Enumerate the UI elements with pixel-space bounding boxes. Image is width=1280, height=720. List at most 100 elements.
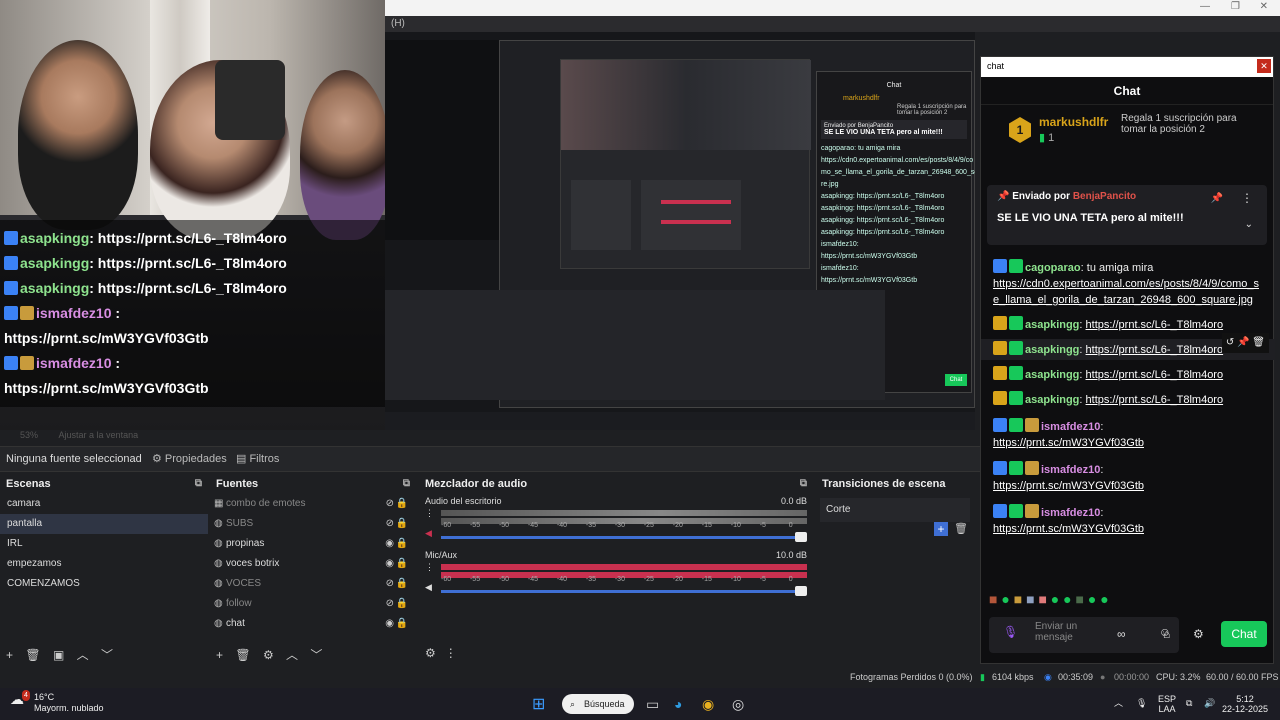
lock-icon[interactable]: 🔒 — [396, 618, 408, 629]
lock-icon[interactable]: 🔒 — [396, 598, 408, 609]
microphone-icon[interactable]: 🎙 — [1003, 626, 1018, 638]
obs-icon[interactable]: ◎ — [732, 696, 744, 713]
menu-help[interactable]: (H) — [391, 18, 405, 29]
move-up-button[interactable]: ︿ — [77, 648, 89, 662]
leader-name[interactable]: markushdlfr — [1039, 115, 1108, 129]
language-indicator[interactable]: ESP LAA — [1158, 694, 1176, 714]
source-item[interactable]: ◍ propinas ◉ 🔒 — [210, 534, 416, 554]
minimize-icon[interactable]: — — [1200, 1, 1210, 12]
source-settings-button[interactable]: ⚙ — [263, 648, 274, 662]
lock-icon[interactable]: 🔒 — [396, 578, 408, 589]
scene-item[interactable]: COMENZAMOS — [0, 574, 208, 594]
move-down-button[interactable]: ﹀ — [310, 648, 322, 662]
eye-icon[interactable]: ◉ — [385, 618, 394, 629]
eye-icon[interactable]: ◉ — [385, 538, 394, 549]
mic-tray-icon[interactable]: 🎙 — [1136, 698, 1147, 708]
lock-icon[interactable]: 🔒 — [396, 518, 408, 529]
chat-input[interactable]: 🎙 Enviar un mensaje ☺ — [989, 617, 1179, 653]
undock-icon[interactable]: ⧉ — [195, 478, 202, 489]
emote-icon[interactable]: ● — [1051, 591, 1059, 607]
add-transition-button[interactable]: + — [934, 522, 948, 536]
kebab-icon[interactable]: ⋮ — [1241, 191, 1253, 205]
speaker-icon[interactable]: ◀ — [425, 582, 432, 593]
eye-hidden-icon[interactable]: ⊘ — [386, 498, 394, 509]
filters-button[interactable]: ▤ Filtros — [236, 452, 279, 465]
task-view-icon[interactable]: ▭ — [646, 696, 659, 713]
volume-icon[interactable]: 🔊 — [1204, 698, 1215, 708]
lock-icon[interactable]: 🔒 — [396, 558, 408, 569]
infinity-icon[interactable]: ∞ — [1117, 627, 1126, 641]
clock[interactable]: 5:12 22-12-2025 — [1222, 694, 1268, 714]
source-item[interactable]: ▦ combo de emotes ⊘ 🔒 — [210, 494, 416, 514]
remove-transition-button[interactable]: 🗑 — [954, 522, 968, 535]
weather-widget[interactable]: ☁ 4 16°C Mayorm. nublado — [10, 690, 104, 714]
obs-preview[interactable]: Chat markushdlfr Regala 1 suscripción pa… — [385, 32, 975, 430]
properties-button[interactable]: ⚙ Propiedades — [152, 452, 227, 465]
message-link[interactable]: https://prnt.sc/mW3YGVf03Gtb — [993, 523, 1144, 535]
mixer-settings-icon[interactable]: ⚙ — [425, 646, 436, 660]
volume-slider[interactable] — [441, 532, 807, 542]
store-icon[interactable]: ⌂ — [1163, 627, 1170, 641]
scene-item[interactable]: IRL — [0, 534, 208, 554]
fit-window-button[interactable]: Ajustar a la ventana — [59, 430, 139, 440]
source-item[interactable]: ◍ chat ◉ 🔒 — [210, 614, 416, 634]
emote-icon[interactable]: ■ — [1014, 591, 1022, 607]
lock-icon[interactable]: 🔒 — [396, 498, 408, 509]
scene-item[interactable]: pantalla — [0, 514, 208, 534]
scene-item[interactable]: camara — [0, 494, 208, 514]
source-item[interactable]: ◍ VOCES ⊘ 🔒 — [210, 574, 416, 594]
close-icon[interactable]: ✕ — [1260, 1, 1268, 12]
send-chat-button[interactable]: Chat — [1221, 621, 1267, 647]
muted-speaker-icon[interactable]: ◀ — [425, 528, 432, 539]
kebab-icon[interactable]: ⋮ — [425, 508, 434, 519]
source-item[interactable]: ◍ follow ⊘ 🔒 — [210, 594, 416, 614]
mixer-menu-icon[interactable]: ⋮ — [445, 646, 457, 660]
volume-slider[interactable] — [441, 586, 807, 596]
transition-select[interactable]: Corte — [820, 498, 970, 522]
chevron-down-icon[interactable]: ⌄ — [1245, 219, 1253, 230]
emote-icon[interactable]: ■ — [1076, 591, 1084, 607]
emote-icon[interactable]: ● — [1088, 591, 1096, 607]
close-icon[interactable]: ✕ — [1257, 59, 1271, 73]
emote-icon[interactable]: ■ — [1026, 591, 1034, 607]
eye-icon[interactable]: ◉ — [385, 558, 394, 569]
gear-icon[interactable]: ⚙ — [1193, 627, 1204, 641]
maximize-icon[interactable]: ❐ — [1231, 1, 1240, 12]
emote-icon[interactable]: ● — [1001, 591, 1009, 607]
lock-icon[interactable]: 🔒 — [396, 538, 408, 549]
emote-icon[interactable]: ● — [1100, 591, 1108, 607]
move-up-button[interactable]: ︿ — [286, 648, 298, 662]
eye-hidden-icon[interactable]: ⊘ — [386, 518, 394, 529]
scene-filters-button[interactable]: ▣ — [53, 648, 64, 662]
source-item[interactable]: ◍ SUBS ⊘ 🔒 — [210, 514, 416, 534]
message-link[interactable]: https://prnt.sc/mW3YGVf03Gtb — [993, 437, 1144, 449]
taskbar-search[interactable]: ⌕ Búsqueda — [562, 694, 634, 714]
reply-icon[interactable]: ↺ — [1226, 337, 1234, 348]
edge-icon[interactable]: ◕ — [674, 696, 682, 712]
add-source-button[interactable]: + — [216, 648, 223, 662]
remove-scene-button[interactable]: 🗑 — [25, 648, 40, 662]
eye-hidden-icon[interactable]: ⊘ — [386, 578, 394, 589]
start-icon[interactable]: ⊞ — [532, 694, 545, 714]
emote-icon[interactable]: ■ — [989, 591, 997, 607]
message-link[interactable]: https://prnt.sc/L6-_T8lm4oro — [1086, 394, 1224, 406]
add-scene-button[interactable]: + — [6, 648, 13, 662]
network-icon[interactable]: ⧉ — [1186, 698, 1192, 708]
source-item[interactable]: ◍ voces botrix ◉ 🔒 — [210, 554, 416, 574]
eye-hidden-icon[interactable]: ⊘ — [386, 598, 394, 609]
undock-icon[interactable]: ⧉ — [403, 478, 410, 489]
scene-item[interactable]: empezamos — [0, 554, 208, 574]
remove-source-button[interactable]: 🗑 — [235, 648, 250, 662]
message-link[interactable]: https://prnt.sc/L6-_T8lm4oro — [1086, 369, 1224, 381]
emote-icon[interactable]: ■ — [1038, 591, 1046, 607]
pin-icon[interactable]: 📌 — [1237, 337, 1249, 348]
tray-chevron-icon[interactable]: ︿ — [1114, 698, 1123, 708]
undock-icon[interactable]: ⧉ — [800, 478, 807, 489]
delete-icon[interactable]: 🗑 — [1252, 337, 1265, 348]
message-link[interactable]: https://cdn0.expertoanimal.com/es/posts/… — [993, 278, 1259, 306]
message-link[interactable]: https://prnt.sc/mW3YGVf03Gtb — [993, 480, 1144, 492]
move-down-button[interactable]: ﹀ — [101, 648, 113, 662]
message-link[interactable]: https://prnt.sc/L6-_T8lm4oro — [1086, 344, 1224, 356]
pin-toggle-icon[interactable]: 📌 — [1211, 193, 1223, 204]
emote-icon[interactable]: ● — [1063, 591, 1071, 607]
